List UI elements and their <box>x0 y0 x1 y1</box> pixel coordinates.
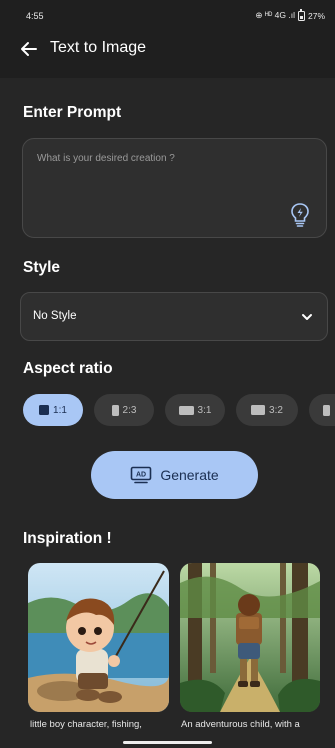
status-time: 4:55 <box>26 11 44 21</box>
arrow-left-icon <box>21 42 37 56</box>
ratio-icon <box>323 404 330 416</box>
battery-percent: 27% <box>307 10 325 21</box>
chip-label: 3:2 <box>269 404 283 416</box>
aspect-chip-3-2[interactable]: 3:2 <box>236 394 298 426</box>
back-button[interactable] <box>18 38 40 60</box>
prompt-input[interactable] <box>37 153 277 164</box>
aspect-chip-more[interactable] <box>309 394 335 426</box>
signal-icons: ⊕ ᴴᴰ 4G .ıl <box>255 10 295 20</box>
inspiration-card-fishing[interactable] <box>28 563 169 712</box>
generate-label: Generate <box>160 467 219 483</box>
chevron-down-icon <box>302 314 312 320</box>
style-section-title: Style <box>23 259 61 276</box>
aspect-chip-3-1[interactable]: 3:1 <box>165 394 225 426</box>
aspect-chip-1-1[interactable]: 1:1 <box>23 394 83 426</box>
aspect-ratio-section-title: Aspect ratio <box>23 360 113 377</box>
style-select[interactable]: No Style <box>20 292 328 341</box>
top-app-bar: Text to Image <box>0 26 335 78</box>
ad-icon: AD <box>131 466 152 484</box>
wide-ratio-icon <box>178 405 194 415</box>
chip-label: 2:3 <box>122 404 137 416</box>
prompt-box[interactable] <box>22 138 327 238</box>
prompt-section-title: Enter Prompt <box>23 104 122 121</box>
chip-label: 1:1 <box>53 404 67 416</box>
inspiration-caption-2: An adventurous child, with a <box>181 719 300 730</box>
generate-button[interactable]: AD Generate <box>91 451 258 499</box>
fishing-boy-image <box>28 563 169 712</box>
aspect-chip-2-3[interactable]: 2:3 <box>94 394 154 426</box>
inspiration-section-title: Inspiration ! <box>23 530 112 547</box>
svg-text:AD: AD <box>136 472 146 479</box>
aspect-ratio-chips: 1:1 2:3 3:1 3:2 <box>23 394 335 426</box>
portrait-ratio-icon <box>111 404 119 416</box>
style-selected-value: No Style <box>33 310 77 322</box>
square-ratio-icon <box>39 405 50 415</box>
inspiration-caption-1: little boy character, fishing, <box>30 719 142 730</box>
suggestion-button[interactable] <box>290 202 310 228</box>
status-indicators: ⊕ ᴴᴰ 4G .ıl 27% <box>255 8 325 21</box>
landscape-ratio-icon <box>251 405 266 415</box>
battery-icon <box>297 8 305 21</box>
chip-label: 3:1 <box>197 404 212 416</box>
lightbulb-icon <box>291 203 309 227</box>
home-indicator[interactable] <box>123 741 212 744</box>
inspiration-card-adventure[interactable] <box>180 563 320 712</box>
status-bar: 4:55 ⊕ ᴴᴰ 4G .ıl 27% <box>0 0 335 26</box>
adventurous-child-image <box>180 563 320 712</box>
page-title: Text to Image <box>50 39 147 56</box>
